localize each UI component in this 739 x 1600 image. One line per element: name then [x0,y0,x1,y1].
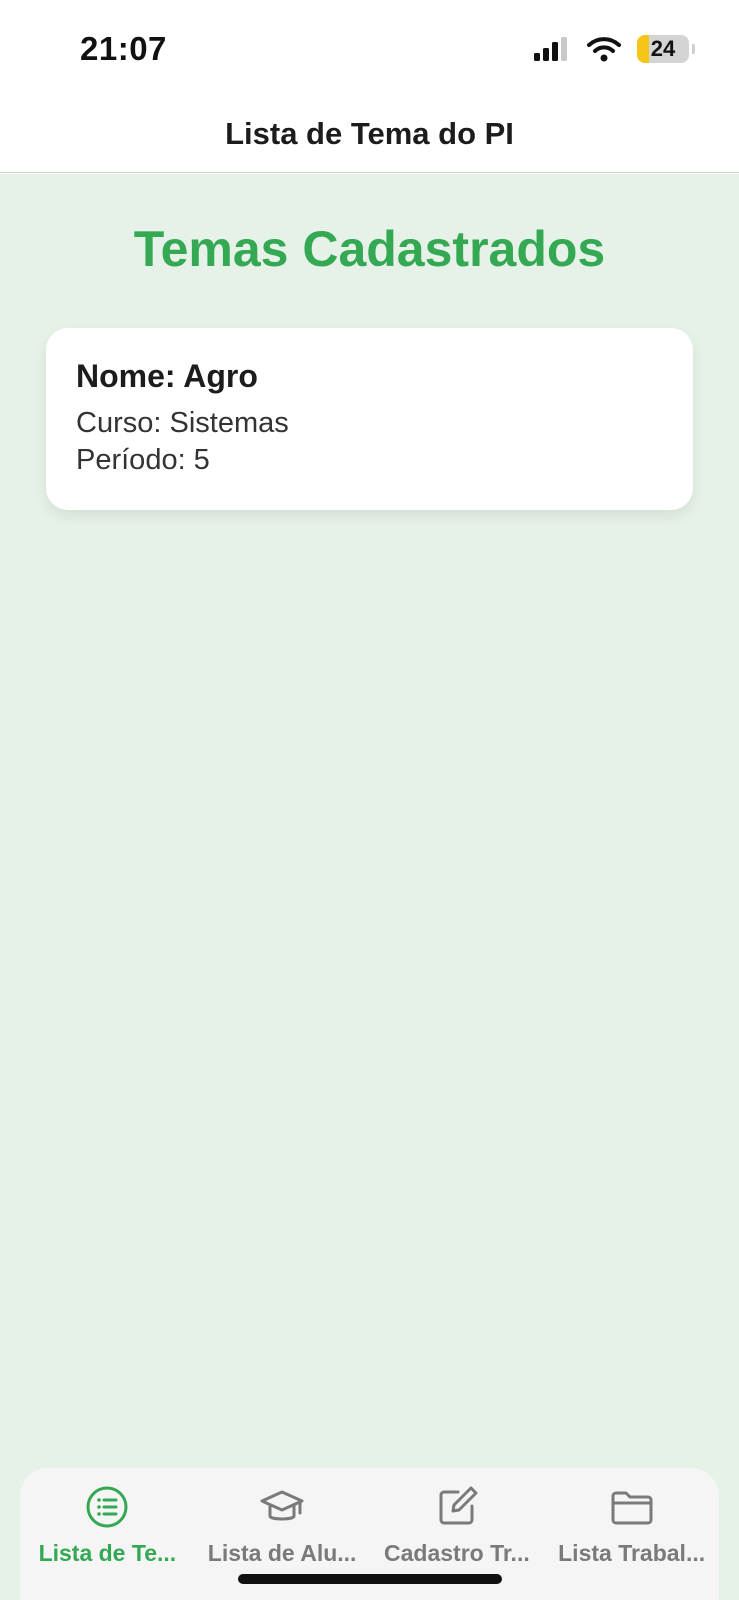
content-area[interactable]: Temas Cadastrados Nome: Agro Curso: Sist… [0,174,739,1468]
tab-lista-trabalhos[interactable]: Lista Trabal... [544,1468,719,1600]
wifi-icon [587,37,621,62]
tema-name: Nome: Agro [76,358,258,394]
tema-course: Curso: Sistemas [76,407,289,439]
home-indicator[interactable] [238,1574,502,1584]
edit-icon [439,1486,478,1525]
tab-lista-temas[interactable]: Lista de Te... [20,1468,195,1600]
folder-icon [611,1491,653,1525]
battery-fill [637,35,650,63]
battery-icon: 24 [637,35,695,63]
tab-label: Lista de Alu... [207,1540,357,1566]
tab-label: Cadastro Tr... [384,1540,530,1566]
battery-cap [692,44,695,54]
section-heading: Temas Cadastrados [133,221,606,277]
graduation-cap-icon [260,1490,304,1521]
tab-label: Lista Trabal... [558,1540,706,1566]
status-bar: 21:07 24 [0,0,739,96]
status-icons: 24 [533,34,695,64]
nav-header: Lista de Tema do PI [0,96,739,173]
battery-level: 24 [650,36,676,61]
tab-label: Lista de Te... [38,1540,177,1566]
list-icon [86,1486,128,1528]
page-title: Lista de Tema do PI [225,116,514,151]
signal-icon [534,37,567,61]
status-time: 21:07 [80,30,167,67]
tema-period: Período: 5 [76,444,210,476]
tema-card[interactable]: Nome: Agro Curso: Sistemas Período: 5 [46,328,693,510]
screen: 21:07 24 Lista de Tema do PI Temas Cadas… [0,0,739,1600]
